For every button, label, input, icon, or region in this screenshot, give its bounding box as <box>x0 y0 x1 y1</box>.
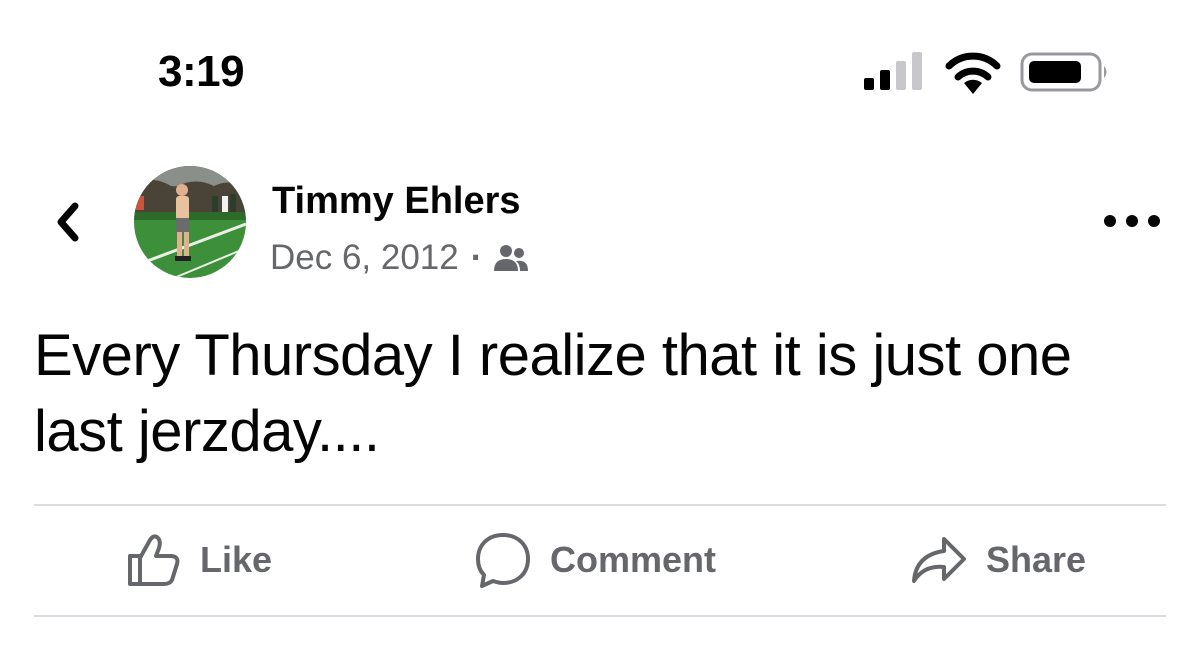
post-text: Every Thursday I realize that it is just… <box>34 323 1072 464</box>
share-label: Share <box>986 539 1087 580</box>
avatar[interactable] <box>134 166 246 278</box>
divider <box>34 504 1166 506</box>
status-time: 3:19 <box>158 47 245 96</box>
post-date[interactable]: Dec 6, 2012 <box>270 238 459 278</box>
battery-icon <box>1020 52 1107 92</box>
more-options-button[interactable] <box>1104 204 1160 238</box>
comment-bubble-icon <box>476 533 530 588</box>
back-button[interactable] <box>44 196 90 248</box>
author-name[interactable]: Timmy Ehlers <box>272 178 521 224</box>
friends-icon[interactable] <box>494 243 529 273</box>
wifi-icon <box>945 52 1001 94</box>
divider <box>34 615 1166 617</box>
comment-label: Comment <box>550 539 717 580</box>
meta-separator: · <box>470 238 483 277</box>
chevron-left-icon <box>57 202 79 242</box>
more-horizontal-icon-dot <box>1148 215 1160 227</box>
post-screen: 3:19 Timmy Ehlers Dec 6, 2012 · Every Th… <box>0 0 1200 645</box>
profile-photo <box>134 166 246 278</box>
share-arrow-icon <box>912 537 966 583</box>
more-horizontal-icon-dot <box>1126 215 1138 227</box>
post-meta: Dec 6, 2012 · <box>270 236 529 280</box>
cellular-signal-icon <box>864 52 922 90</box>
like-label: Like <box>200 539 273 580</box>
more-horizontal-icon-dot <box>1104 215 1116 227</box>
share-button[interactable]: Share <box>910 528 1086 592</box>
thumbs-up-icon <box>128 534 180 586</box>
like-button[interactable]: Like <box>126 528 272 592</box>
comment-button[interactable]: Comment <box>474 528 716 592</box>
